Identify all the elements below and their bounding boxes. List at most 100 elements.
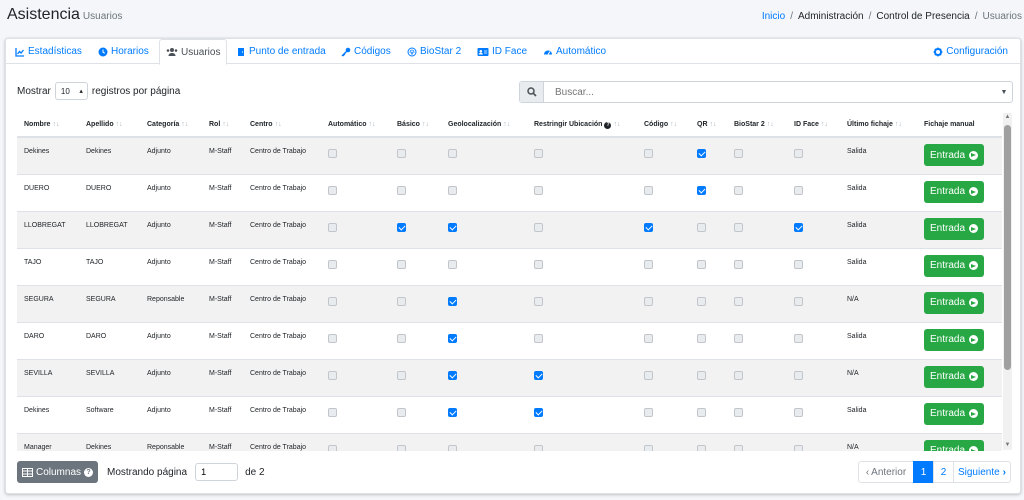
checkbox[interactable]: [734, 296, 743, 306]
sort-icon[interactable]: ↑↓: [181, 121, 188, 128]
breadcrumb-home[interactable]: Inicio: [762, 11, 785, 22]
checkbox[interactable]: [794, 185, 803, 195]
checkbox[interactable]: [397, 296, 406, 306]
checkbox[interactable]: [734, 370, 743, 380]
checkbox[interactable]: [794, 407, 803, 417]
column-header[interactable]: Automático ↑↓: [321, 113, 390, 138]
column-header[interactable]: Nombre ↑↓: [17, 113, 79, 138]
column-header[interactable]: Restringir Ubicación? ↑↓: [527, 113, 637, 138]
checkbox[interactable]: [794, 370, 803, 380]
checkbox[interactable]: [534, 259, 543, 269]
columns-button[interactable]: Columnas ?: [17, 461, 98, 483]
checkbox[interactable]: [534, 185, 543, 195]
checkbox[interactable]: [734, 444, 743, 451]
checkbox[interactable]: [448, 185, 457, 195]
tab-codigos[interactable]: Códigos: [335, 39, 397, 64]
checkbox[interactable]: [644, 259, 653, 269]
tab-usuarios[interactable]: Usuarios: [159, 39, 228, 65]
entrada-button[interactable]: Entrada: [924, 291, 984, 314]
checkbox[interactable]: [328, 259, 337, 269]
checkbox[interactable]: [697, 185, 706, 195]
scroll-down-icon[interactable]: ▼: [1003, 441, 1012, 450]
column-header[interactable]: Centro ↑↓: [243, 113, 321, 138]
checkbox[interactable]: [397, 149, 406, 158]
checkbox[interactable]: [534, 333, 543, 343]
column-header[interactable]: ID Face ↑↓: [787, 113, 840, 138]
checkbox[interactable]: [644, 370, 653, 380]
entrada-button[interactable]: Entrada: [924, 217, 984, 240]
checkbox[interactable]: [734, 222, 743, 232]
sort-icon[interactable]: ↑↓: [767, 121, 774, 128]
checkbox[interactable]: [697, 149, 706, 158]
tab-estadisticas[interactable]: Estadísticas: [9, 39, 88, 64]
tab-id-face[interactable]: ID Face: [471, 39, 533, 64]
entrada-button[interactable]: Entrada: [924, 328, 984, 351]
search-button[interactable]: [520, 82, 544, 102]
checkbox[interactable]: [644, 185, 653, 195]
checkbox[interactable]: [448, 407, 457, 417]
column-header[interactable]: Categoría ↑↓: [140, 113, 202, 138]
checkbox[interactable]: [328, 185, 337, 195]
search-dropdown-caret-icon[interactable]: ▼: [996, 89, 1012, 96]
sort-icon[interactable]: ↑↓: [895, 121, 902, 128]
checkbox[interactable]: [794, 333, 803, 343]
checkbox[interactable]: [644, 444, 653, 451]
sort-icon[interactable]: ↑↓: [422, 121, 429, 128]
entrada-button[interactable]: Entrada: [924, 180, 984, 203]
checkbox[interactable]: [534, 149, 543, 158]
checkbox[interactable]: [644, 333, 653, 343]
sort-icon[interactable]: ↑↓: [369, 121, 376, 128]
checkbox[interactable]: [697, 296, 706, 306]
page-number-input[interactable]: [195, 463, 239, 481]
page-size-select[interactable]: 10 ▴: [54, 82, 88, 100]
checkbox[interactable]: [448, 259, 457, 269]
pagination-page-1[interactable]: 1: [913, 461, 934, 483]
column-header[interactable]: Fichaje manual: [917, 113, 1002, 138]
checkbox[interactable]: [328, 370, 337, 380]
column-header[interactable]: Último fichaje ↑↓: [840, 113, 917, 138]
checkbox[interactable]: [697, 259, 706, 269]
column-header[interactable]: BioStar 2 ↑↓: [727, 113, 787, 138]
checkbox[interactable]: [448, 370, 457, 380]
checkbox[interactable]: [534, 370, 543, 380]
checkbox[interactable]: [397, 370, 406, 380]
table-scrollbar[interactable]: ▲ ▼: [1003, 113, 1012, 450]
checkbox[interactable]: [697, 370, 706, 380]
checkbox[interactable]: [328, 333, 337, 343]
checkbox[interactable]: [448, 444, 457, 451]
column-header[interactable]: Rol ↑↓: [202, 113, 243, 138]
sort-icon[interactable]: ↑↓: [613, 121, 620, 128]
checkbox[interactable]: [448, 222, 457, 232]
checkbox[interactable]: [734, 149, 743, 158]
sort-icon[interactable]: ↑↓: [821, 121, 828, 128]
search-input[interactable]: [544, 83, 996, 101]
checkbox[interactable]: [534, 222, 543, 232]
checkbox[interactable]: [697, 444, 706, 451]
checkbox[interactable]: [794, 444, 803, 451]
scroll-up-icon[interactable]: ▲: [1003, 113, 1012, 122]
checkbox[interactable]: [697, 222, 706, 232]
pagination-page-2[interactable]: 2: [933, 461, 954, 483]
checkbox[interactable]: [534, 407, 543, 417]
checkbox[interactable]: [328, 149, 337, 158]
tab-automatico[interactable]: Automático: [537, 39, 612, 64]
sort-icon[interactable]: ↑↓: [503, 121, 510, 128]
scroll-thumb[interactable]: [1004, 125, 1011, 370]
checkbox[interactable]: [397, 444, 406, 451]
tab-horarios[interactable]: Horarios: [92, 39, 155, 64]
checkbox[interactable]: [644, 222, 653, 232]
checkbox[interactable]: [397, 333, 406, 343]
sort-icon[interactable]: ↑↓: [222, 121, 229, 128]
checkbox[interactable]: [794, 149, 803, 158]
checkbox[interactable]: [534, 444, 543, 451]
checkbox[interactable]: [794, 222, 803, 232]
checkbox[interactable]: [644, 296, 653, 306]
pagination-next[interactable]: Siguiente ›: [953, 461, 1011, 483]
column-header[interactable]: Básico ↑↓: [390, 113, 441, 138]
sort-icon[interactable]: ↑↓: [670, 121, 677, 128]
sort-icon[interactable]: ↑↓: [116, 121, 123, 128]
checkbox[interactable]: [328, 296, 337, 306]
tab-configuracion[interactable]: Configuración: [927, 39, 1014, 64]
entrada-button[interactable]: Entrada: [924, 365, 984, 388]
checkbox[interactable]: [644, 407, 653, 417]
